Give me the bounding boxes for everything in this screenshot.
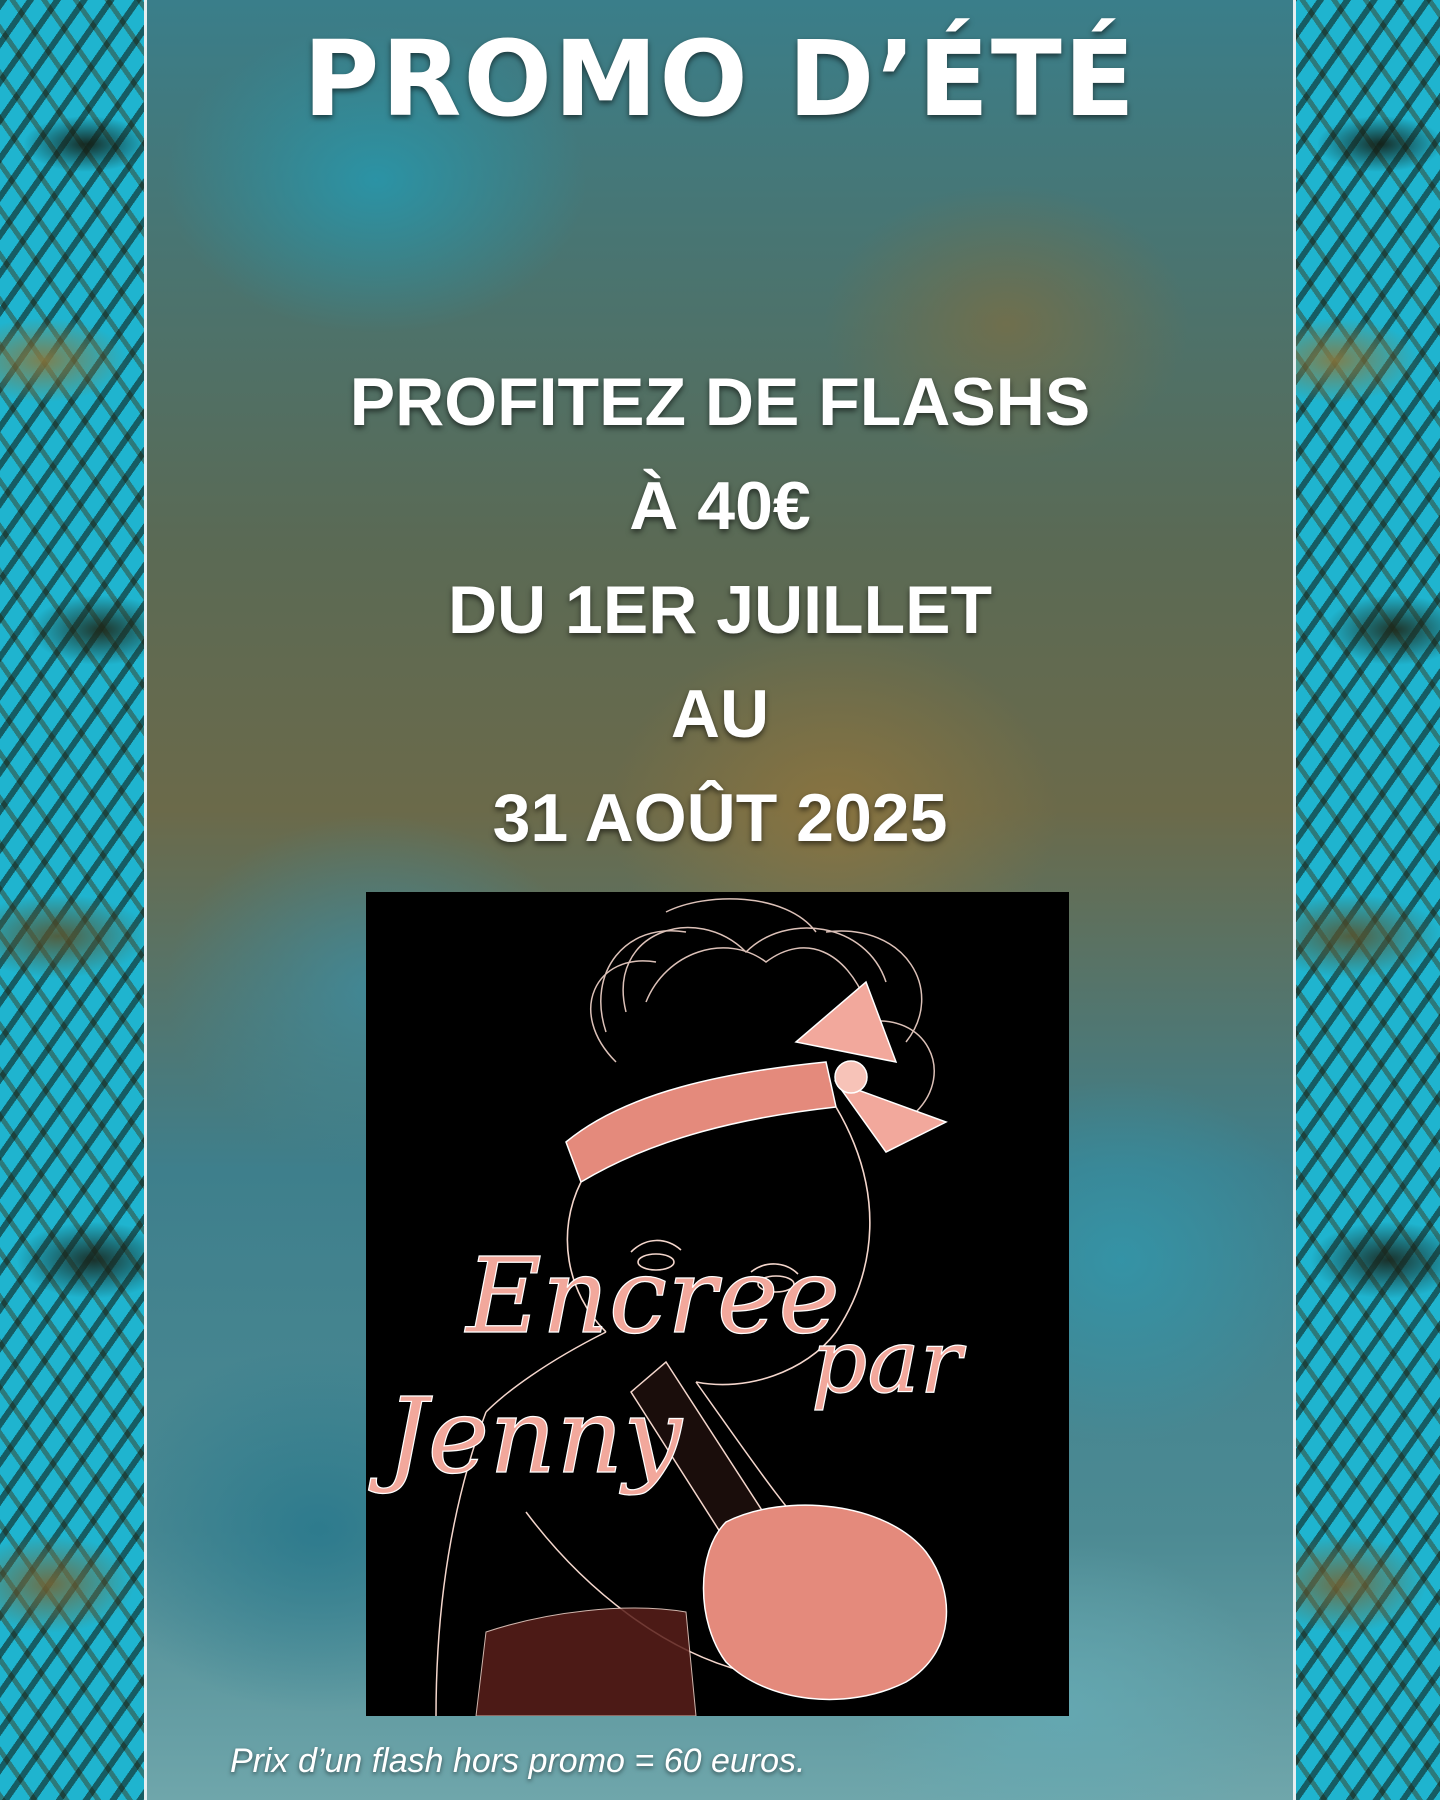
tattoo-artist-logo: Encree par Jenny (366, 892, 1069, 1716)
bandana-shape (565, 980, 948, 1184)
tattoo-artist-illustration: Encree par Jenny (367, 898, 967, 1716)
offer-line-flashs: PROFITEZ DE FLASHS (349, 364, 1091, 440)
right-panel-divider (1293, 0, 1296, 1800)
logo-word-par: par (811, 1310, 967, 1413)
promo-poster: PROMO D’ÉTÉ PROFITEZ DE FLASHS À 40€ DU … (0, 0, 1440, 1800)
palm-tree-right-panel (1290, 0, 1440, 1800)
offer-line-price: À 40€ (629, 468, 811, 544)
poster-title: PROMO D’ÉTÉ (303, 18, 1137, 140)
fist-shape (702, 1504, 948, 1701)
regular-price-note: Prix d’un flash hors promo = 60 euros. (230, 1742, 806, 1780)
logo-word-encree: Encree (464, 1235, 840, 1357)
offer-line-start-date: DU 1ER JUILLET (447, 572, 993, 648)
offer-text: PROFITEZ DE FLASHS À 40€ DU 1ER JUILLET … (147, 350, 1293, 870)
sleeve-pattern-shape (475, 1607, 697, 1716)
offer-line-end-date: 31 AOÛT 2025 (492, 780, 948, 856)
logo-word-jenny: Jenny (368, 1375, 683, 1497)
palm-tree-left-panel (0, 0, 144, 1800)
offer-line-au: AU (670, 676, 770, 752)
